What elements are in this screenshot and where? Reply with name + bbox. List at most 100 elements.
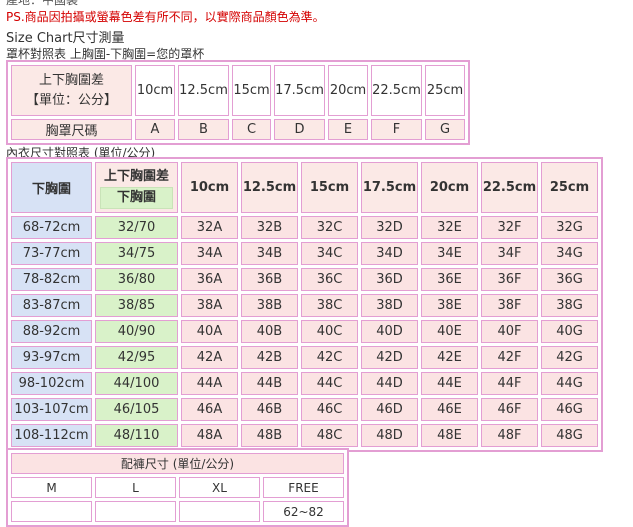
bra-size-cell: 46D [361,398,418,421]
bra-size-cell: 38E [421,294,478,317]
bra-size-cell: 36D [361,268,418,291]
panty-size-table: 配褲尺寸 (單位/公分) M L XL FREE 62~82 [6,448,349,527]
cup-cell: B [178,119,229,140]
bra-size-cell: 42E [421,346,478,369]
bra-size-cell: 38A [181,294,238,317]
bra-size-cell: 34E [421,242,478,265]
bra-size-cell: 42C [301,346,358,369]
cup-cell: G [425,119,465,140]
under-bust-cell: 108-112cm [11,424,92,447]
table-row: 78-82cm 36/80 36A 36B 36C 36D 36E 36F 36G [11,268,598,291]
table-row: 73-77cm 34/75 34A 34B 34C 34D 34E 34F 34G [11,242,598,265]
bra-size-cell: 42F [481,346,538,369]
panty-size-cell: L [95,477,176,498]
bra-size-cell: 38D [361,294,418,317]
table-row: 93-97cm 42/95 42A 42B 42C 42D 42E 42F 42G [11,346,598,369]
band-size-cell: 32/70 [95,216,178,239]
cup-cell: D [274,119,325,140]
bra-size-cell: 32A [181,216,238,239]
panty-value-cell [95,501,176,522]
bra-size-cell: 40D [361,320,418,343]
bra-size-cell: 48C [301,424,358,447]
bra-size-cell: 48E [421,424,478,447]
bra-size-cell: 46C [301,398,358,421]
bra-size-cell: 44C [301,372,358,395]
diff-cell: 15cm [232,65,271,116]
bra-size-cell: 32F [481,216,538,239]
table-row: 108-112cm 48/110 48A 48B 48C 48D 48E 48F 48G [11,424,598,447]
bra-size-cell: 44D [361,372,418,395]
diff-header: 15cm [301,162,358,213]
under-bust-cell: 73-77cm [11,242,92,265]
cup-cell: F [371,119,422,140]
diff-header: 22.5cm [481,162,538,213]
bra-size-cell: 36B [241,268,298,291]
bra-size-cell: 40F [481,320,538,343]
bra-size-cell: 32B [241,216,298,239]
band-size-cell: 48/110 [95,424,178,447]
panty-size-cell: M [11,477,92,498]
band-size-cell: 44/100 [95,372,178,395]
band-size-cell: 46/105 [95,398,178,421]
bra-size-table: 下胸圍 上下胸圍差 下胸圍 10cm 12.5cm 15cm 17.5cm 20… [6,157,603,452]
band-size-cell: 42/95 [95,346,178,369]
diff-header-line2: 【單位：公分】 [25,92,117,108]
bra-size-cell: 44E [421,372,478,395]
bra-size-cell: 34D [361,242,418,265]
diff-header: 17.5cm [361,162,418,213]
bra-size-cell: 34B [241,242,298,265]
under-bust-cell: 83-87cm [11,294,92,317]
panty-table-title: 配褲尺寸 (單位/公分) [11,453,344,474]
under-bust-cell: 88-92cm [11,320,92,343]
diff-cell: 12.5cm [178,65,229,116]
diff-header: 25cm [541,162,598,213]
bra-size-cell: 38G [541,294,598,317]
band-size-cell: 40/90 [95,320,178,343]
bra-size-cell: 40E [421,320,478,343]
panty-value-cell [179,501,260,522]
under-bust-cell: 93-97cm [11,346,92,369]
bra-size-cell: 44F [481,372,538,395]
diff-header: 20cm [421,162,478,213]
bra-size-cell: 38B [241,294,298,317]
bra-size-cell: 44A [181,372,238,395]
cup-cell: A [135,119,175,140]
cup-size-table: 上下胸圍差 【單位：公分】 10cm 12.5cm 15cm 17.5cm 20… [6,60,470,145]
origin-text: 產地：中國製 [6,0,79,7]
bra-size-label: 胸罩尺碼 [11,119,132,140]
bra-size-cell: 42B [241,346,298,369]
diff-cell: 25cm [425,65,465,116]
bra-size-cell: 48F [481,424,538,447]
bra-size-cell: 40C [301,320,358,343]
ps-note: PS.商品因拍攝或螢幕色差有所不同，以實際商品顏色為準。 [6,10,325,24]
diff-cell: 10cm [135,65,175,116]
table-row: 98-102cm 44/100 44A 44B 44C 44D 44E 44F 44G [11,372,598,395]
panty-size-cell: FREE [263,477,344,498]
cup-cell: C [232,119,271,140]
bra-size-cell: 48B [241,424,298,447]
diff-header: 10cm [181,162,238,213]
diff-header-cell: 上下胸圍差 【單位：公分】 [11,65,132,116]
diff-header: 12.5cm [241,162,298,213]
bra-size-cell: 32E [421,216,478,239]
table-row: 103-107cm 46/105 46A 46B 46C 46D 46E 46F 46G [11,398,598,421]
bra-size-cell: 46B [241,398,298,421]
size-chart-heading: Size Chart尺寸測量 [6,31,125,46]
diff-cell: 17.5cm [274,65,325,116]
under-bust-cell: 68-72cm [11,216,92,239]
bra-size-cell: 36C [301,268,358,291]
under-bust-cell: 78-82cm [11,268,92,291]
bra-size-cell: 36F [481,268,538,291]
bra-size-cell: 36E [421,268,478,291]
bra-size-cell: 36A [181,268,238,291]
bra-size-cell: 42A [181,346,238,369]
cup-cell: E [328,119,368,140]
bra-size-cell: 32G [541,216,598,239]
bra-size-cell: 38C [301,294,358,317]
bra-size-cell: 36G [541,268,598,291]
band-size-cell: 38/85 [95,294,178,317]
under-bust-header: 下胸圍 [11,162,92,213]
panty-size-cell: XL [179,477,260,498]
diff-cell: 20cm [328,65,368,116]
table-row: 68-72cm 32/70 32A 32B 32C 32D 32E 32F 32G [11,216,598,239]
